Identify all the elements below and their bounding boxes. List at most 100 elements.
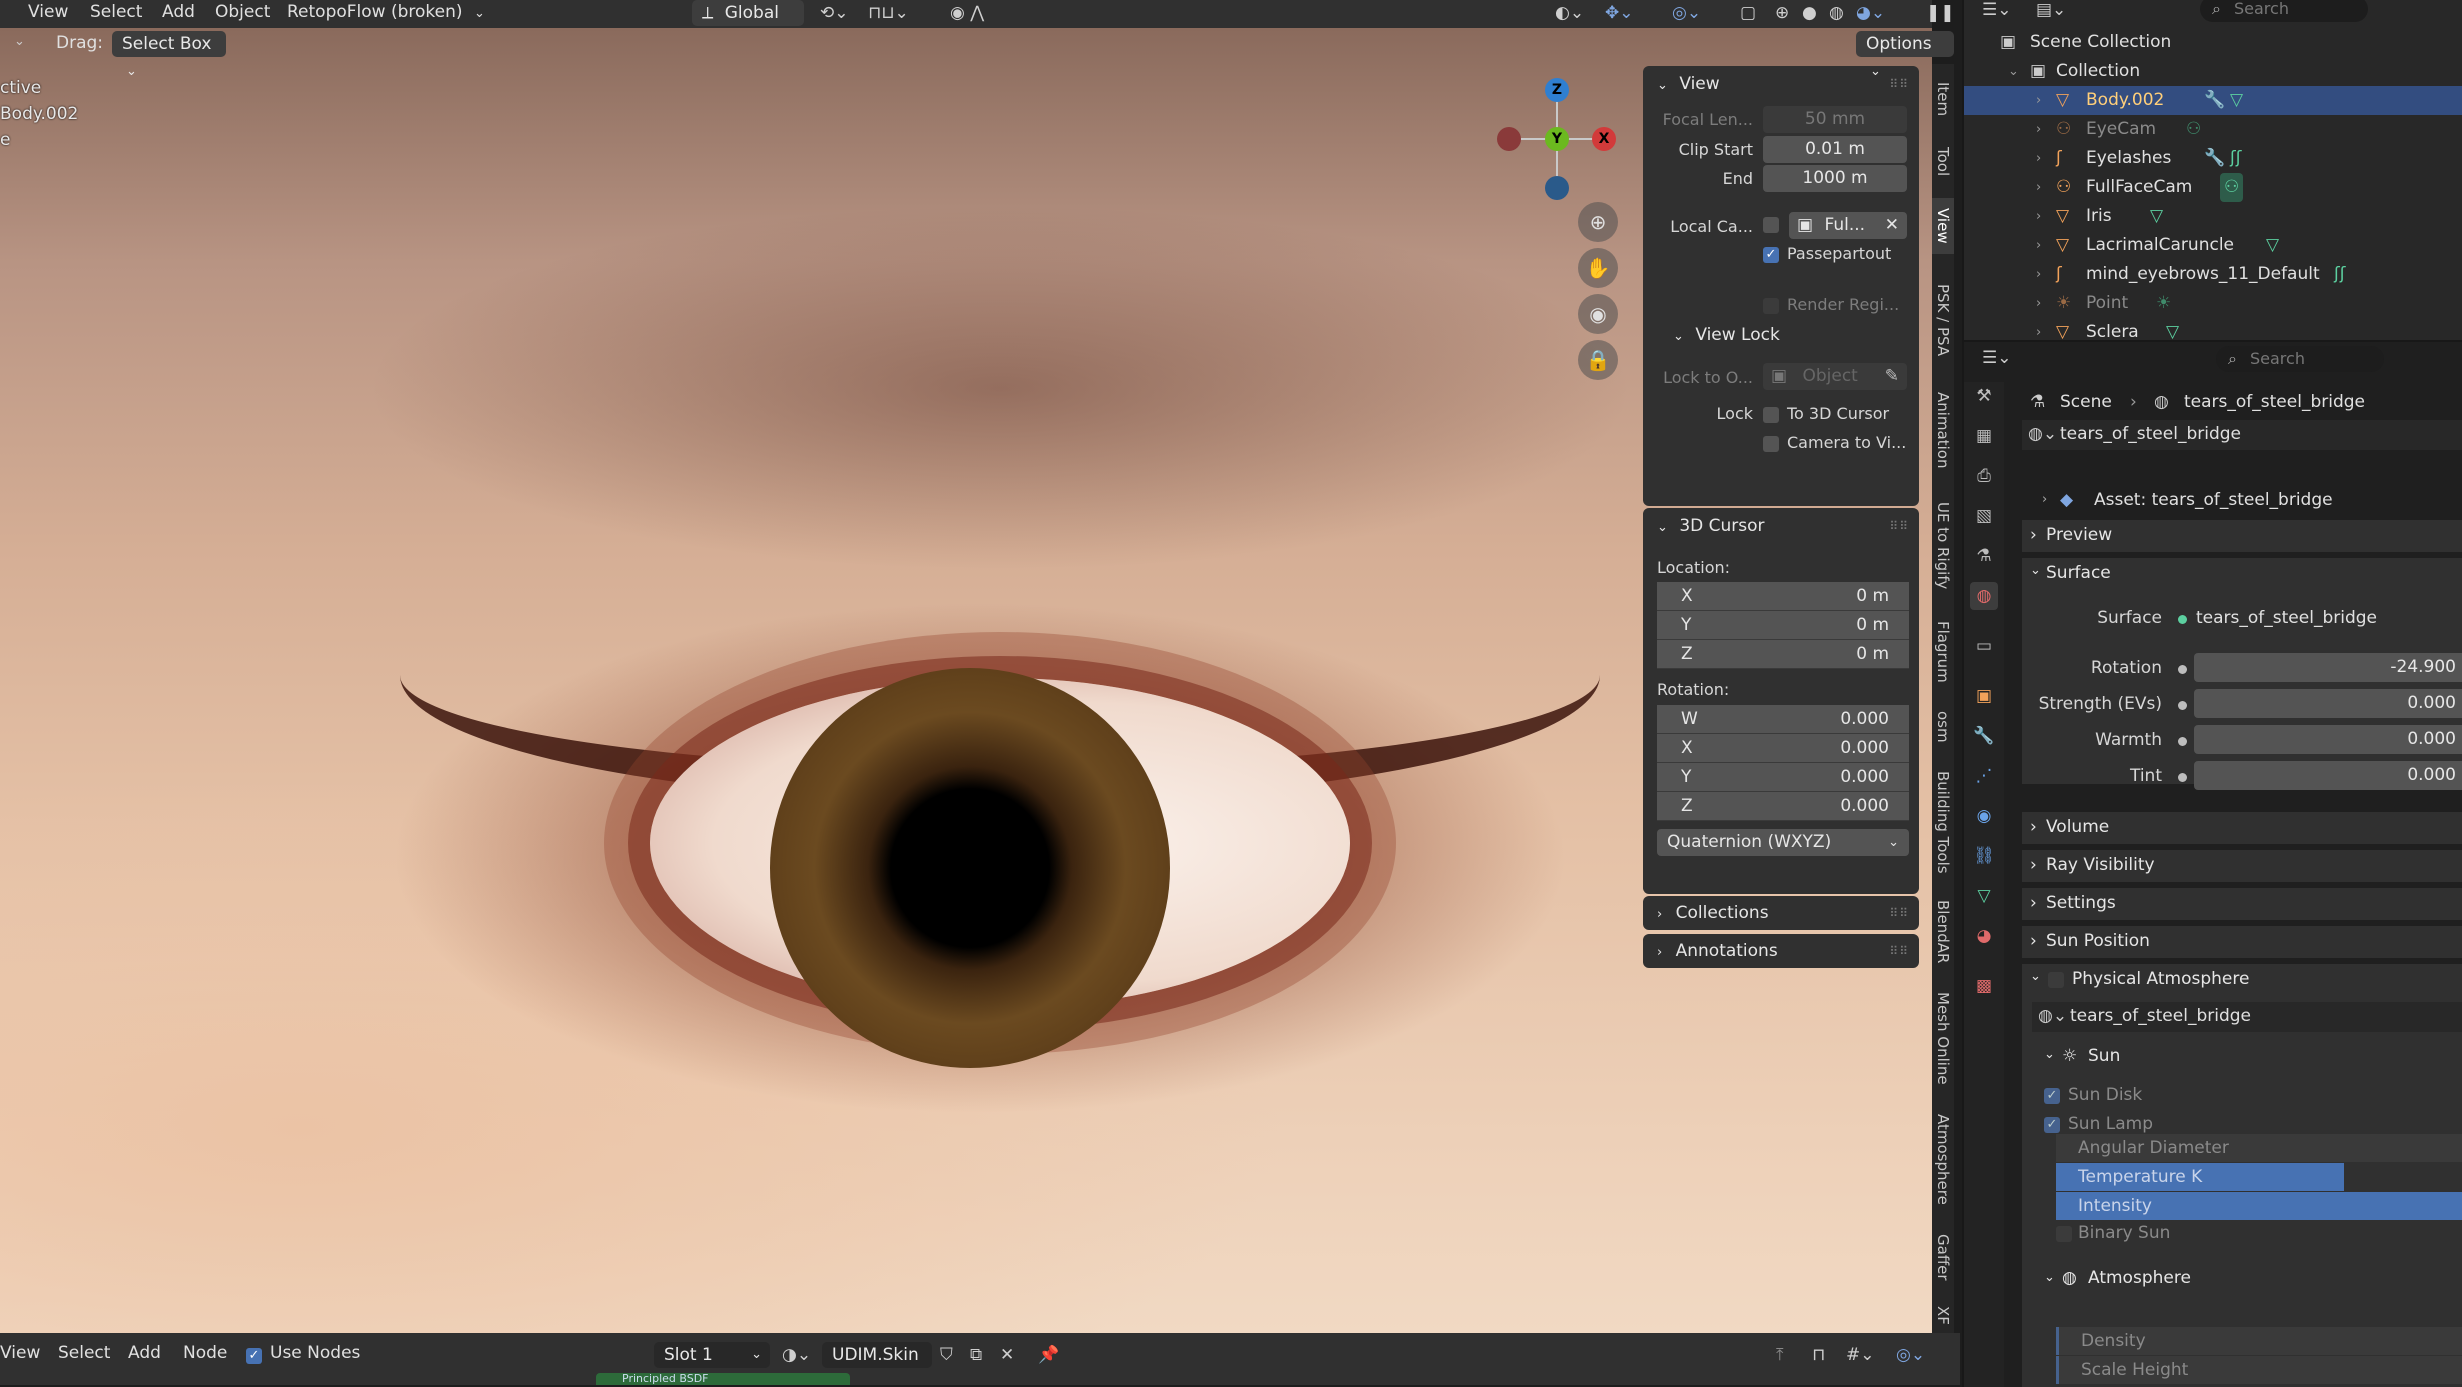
render-region-checkbox[interactable]	[1763, 298, 1779, 314]
duplicate-material-icon[interactable]: ⧉	[970, 1342, 982, 1368]
ray-visibility-section[interactable]: › Ray Visibility	[2022, 850, 2462, 882]
strength-field[interactable]: 0.000	[2194, 689, 2462, 718]
outliner-item-lacrimalcaruncle[interactable]: › ▽ LacrimalCaruncle ▽	[1964, 231, 2462, 260]
lock-icon[interactable]: 🔒	[1578, 340, 1618, 380]
use-nodes-checkbox[interactable]: ✓	[246, 1348, 262, 1364]
outliner-item-body[interactable]: › ▽ Body.002 🔧 ▽	[1964, 86, 2462, 115]
gizmo-y-axis[interactable]: Y	[1545, 127, 1569, 151]
footer-menu-node[interactable]: Node	[183, 1341, 227, 1369]
transform-orientation-select[interactable]: ⟂ Global	[692, 0, 804, 26]
location-z-field[interactable]: Z 0 m	[1657, 640, 1909, 669]
outliner-search-input[interactable]: ⌕ Search	[2200, 0, 2368, 22]
rotation-y-field[interactable]: Y 0.000	[1657, 763, 1909, 792]
outliner-item-eyecam[interactable]: › ⚇ EyeCam ⚇	[1964, 115, 2462, 144]
camera-to-view-checkbox[interactable]	[1763, 436, 1779, 452]
pivot-point-icon[interactable]: ⟲⌄	[820, 0, 849, 26]
intensity-field[interactable]: Intensity	[2056, 1192, 2462, 1220]
focal-length-field[interactable]: 50 mm	[1763, 106, 1907, 133]
sidebar-tab-item[interactable]: Item	[1932, 72, 1954, 126]
curves-data-icon[interactable]: ʃʃ	[2230, 144, 2241, 173]
chevron-down-icon[interactable]: ⌄	[2030, 969, 2041, 984]
sun-disk-checkbox[interactable]: ✓	[2044, 1088, 2060, 1104]
sun-position-section[interactable]: › Sun Position	[2022, 926, 2462, 958]
chevron-down-icon[interactable]: ⌄	[14, 34, 25, 49]
outliner-item-iris[interactable]: › ▽ Iris ▽	[1964, 202, 2462, 231]
render-tab-icon[interactable]: ▦	[1970, 422, 1998, 450]
gizmo-x-axis[interactable]: X	[1592, 127, 1616, 151]
3d-cursor-panel-header[interactable]: ⌄ 3D Cursor ⠿⠿	[1643, 508, 1919, 544]
chevron-right-icon[interactable]: ›	[2042, 492, 2047, 507]
location-y-field[interactable]: Y 0 m	[1657, 611, 1909, 640]
physics-tab-icon[interactable]: ◉	[1970, 802, 1998, 830]
clip-start-field[interactable]: 0.01 m	[1763, 136, 1907, 163]
drag-grip-icon[interactable]: ⠿⠿	[1889, 66, 1909, 102]
shading-material-icon[interactable]: ◍	[1829, 0, 1844, 26]
sidebar-tab-blendar[interactable]: BlendAR	[1932, 892, 1954, 972]
location-x-field[interactable]: X 0 m	[1657, 582, 1909, 611]
properties-editor-type-icon[interactable]: ☰⌄	[1982, 348, 2011, 368]
pin-icon[interactable]: 📌	[1038, 1342, 1059, 1368]
rotation-z-field[interactable]: Z 0.000	[1657, 792, 1909, 821]
fake-user-shield-icon[interactable]: ⛉	[940, 1342, 953, 1368]
rotation-w-field[interactable]: W 0.000	[1657, 705, 1909, 734]
outliner-item-sclera[interactable]: › ▽ Sclera ▽	[1964, 318, 2462, 340]
collection-row[interactable]: ⌄ ▣ Collection	[1964, 57, 2462, 86]
footer-menu-select[interactable]: Select	[58, 1341, 110, 1369]
armature-data-icon[interactable]: ⚇	[2220, 173, 2244, 202]
sidebar-tab-flagrum[interactable]: Flagrum	[1932, 612, 1954, 692]
scale-height-field[interactable]: Scale Height	[2056, 1356, 2462, 1384]
scene-tab-icon[interactable]: ⚗	[1970, 542, 1998, 570]
shading-rendered-icon[interactable]: ◕⌄	[1856, 0, 1885, 26]
sidebar-tab-ue-to-rigify[interactable]: UE to Rigify	[1932, 490, 1954, 602]
pan-hand-icon[interactable]: ✋	[1578, 248, 1618, 288]
world-tab-icon[interactable]: ◍	[1970, 582, 1998, 610]
menu-object[interactable]: Object	[215, 0, 270, 28]
light-data-icon[interactable]: ☀	[2156, 289, 2171, 318]
annotations-panel-header[interactable]: › Annotations ⠿⠿	[1643, 934, 1919, 968]
warmth-field[interactable]: 0.000	[2194, 725, 2462, 754]
gizmo-toggle-icon[interactable]: ✥⌄	[1605, 0, 1634, 26]
clear-x-icon[interactable]: ✕	[1885, 212, 1899, 239]
zoom-icon[interactable]: ⊕	[1578, 202, 1618, 242]
sun-lamp-checkbox[interactable]: ✓	[2044, 1117, 2060, 1133]
breadcrumb-world[interactable]: tears_of_steel_bridge	[2184, 392, 2365, 412]
gizmo-neg-x-axis[interactable]	[1497, 127, 1521, 151]
node-principled-bsdf[interactable]: Principled BSDF	[596, 1373, 850, 1385]
constraints-tab-icon[interactable]: ⛓	[1970, 842, 1998, 870]
sidebar-tab-view[interactable]: View	[1932, 198, 1954, 254]
camera-view-icon[interactable]: ◉	[1578, 294, 1618, 334]
sidebar-tab-tool[interactable]: Tool	[1932, 136, 1954, 188]
material-tab-icon[interactable]: ◕	[1970, 922, 1998, 950]
mesh-data-icon[interactable]: ▽	[2266, 231, 2279, 260]
visibility-icon[interactable]: ◐⌄	[1555, 0, 1584, 26]
world-datablock-selector[interactable]: ◍⌄ tears_of_steel_bridge	[2022, 420, 2462, 450]
lock-to-3d-cursor-checkbox[interactable]	[1763, 407, 1779, 423]
wrench-modifier-icon[interactable]: 🔧	[2204, 86, 2225, 115]
sidebar-tab-xf[interactable]: XF	[1932, 1300, 1954, 1330]
collection-tab-icon[interactable]: ▭	[1970, 632, 1998, 660]
drag-grip-icon[interactable]: ⠿⠿	[1889, 508, 1909, 544]
surface-shader-value[interactable]: tears_of_steel_bridge	[2196, 608, 2377, 628]
physical-atmosphere-checkbox[interactable]	[2048, 972, 2064, 988]
overlays-icon[interactable]: ◎⌄	[1672, 0, 1701, 26]
gizmo-neg-z-axis[interactable]	[1545, 176, 1569, 200]
local-camera-field[interactable]: ▣ Ful... ✕	[1789, 212, 1907, 239]
mesh-data-icon[interactable]: ▽	[2150, 202, 2163, 231]
scene-collection-row[interactable]: ▣ Scene Collection	[1964, 28, 2462, 57]
volume-section[interactable]: › Volume	[2022, 812, 2462, 844]
footer-menu-add[interactable]: Add	[128, 1341, 161, 1369]
mesh-data-icon[interactable]: ▽	[2166, 318, 2179, 340]
preview-section[interactable]: › Preview	[2022, 520, 2462, 552]
outliner-item-fullfacecam[interactable]: › ⚇ FullFaceCam ⚇	[1964, 173, 2462, 202]
chevron-down-icon[interactable]: ⌄	[2044, 1047, 2055, 1062]
passepartout-checkbox[interactable]: ✓	[1763, 247, 1779, 263]
material-slot-select[interactable]: Slot 1 ⌄	[654, 1342, 770, 1368]
chevron-down-icon[interactable]: ⌄	[2030, 563, 2041, 578]
world-browse-icon[interactable]: ◍⌄	[2038, 1006, 2067, 1026]
tint-field[interactable]: 0.000	[2194, 761, 2462, 790]
modifier-tab-icon[interactable]: 🔧	[1970, 722, 1998, 750]
proportional-edit-icon[interactable]: ◉ ⋀	[950, 0, 984, 26]
object-tab-icon[interactable]: ▣	[1970, 682, 1998, 710]
world-browse-icon[interactable]: ◍⌄	[2028, 424, 2057, 444]
sidebar-tab-gaffer[interactable]: Gaffer	[1932, 1224, 1954, 1290]
